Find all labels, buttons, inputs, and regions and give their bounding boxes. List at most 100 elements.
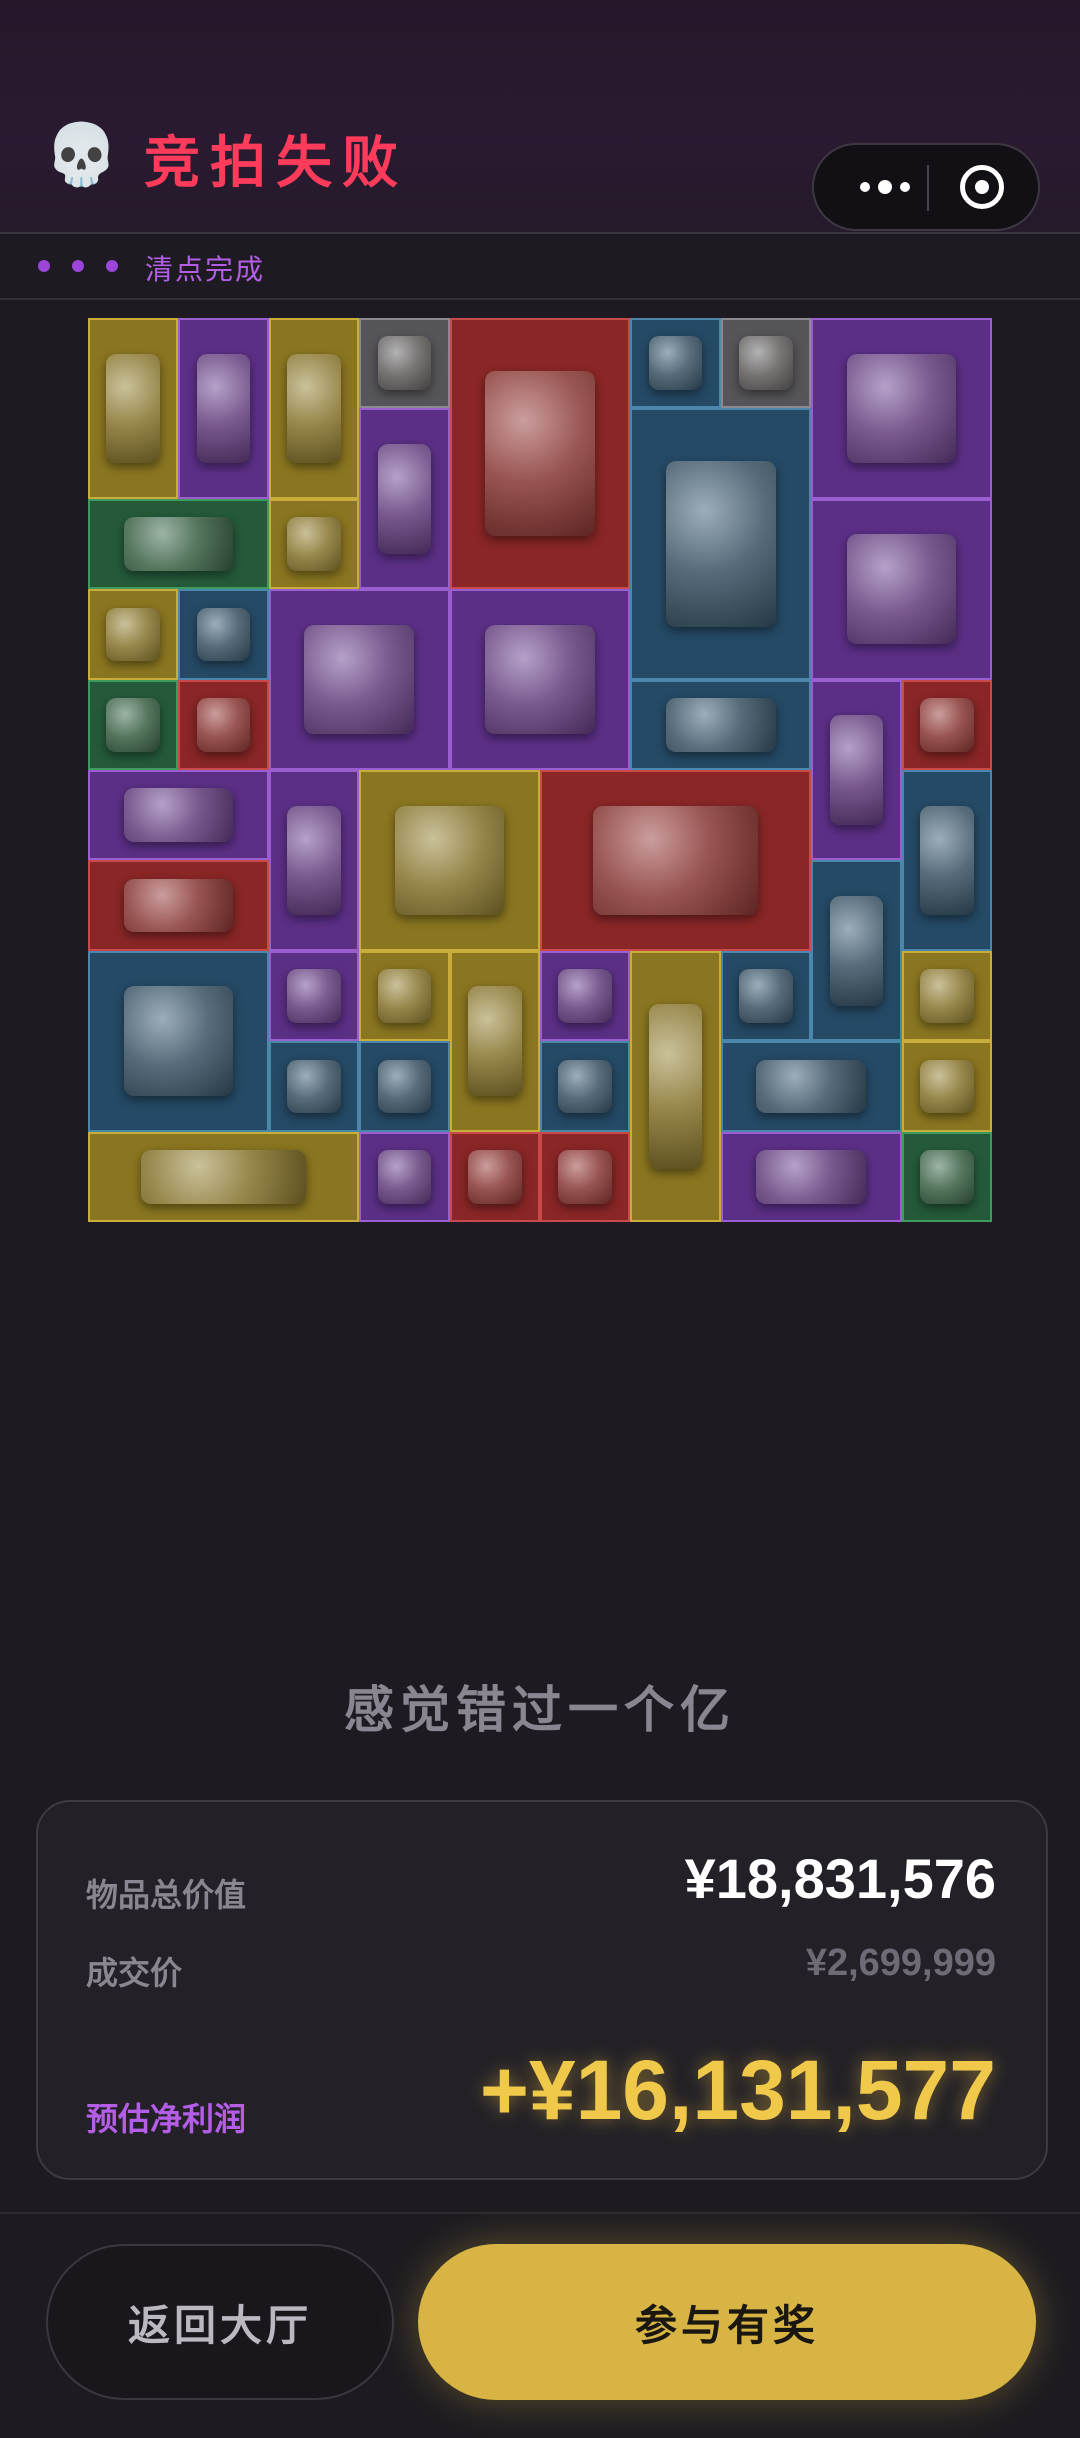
item-graphics-card-icon	[123, 878, 234, 933]
item-coffee-machine-icon	[287, 353, 341, 464]
item-cell	[720, 1041, 902, 1132]
item-cell	[720, 318, 812, 409]
item-centrifuge-icon	[846, 353, 957, 464]
item-leather-journal-icon	[468, 986, 522, 1096]
item-document-icon	[106, 353, 160, 464]
deal-price-label: 成交价	[86, 1954, 183, 1992]
item-cell	[449, 589, 631, 770]
item-trophy-icon	[106, 607, 160, 662]
item-cell	[540, 770, 812, 951]
item-power-adapter-icon	[196, 607, 251, 662]
item-cell	[811, 318, 992, 499]
item-old-letter-icon	[739, 336, 793, 390]
status-text: 清点完成	[145, 253, 266, 286]
item-metal-plate-icon	[558, 1059, 612, 1114]
item-playing-card-icon	[377, 336, 432, 390]
item-cell	[901, 679, 992, 770]
item-cell	[720, 950, 812, 1042]
item-golden-watch-icon	[920, 698, 974, 752]
item-cell	[359, 1041, 450, 1132]
item-cell	[88, 770, 269, 861]
item-cell	[268, 589, 450, 770]
item-gunpowder-icon	[920, 805, 974, 916]
item-cell	[178, 318, 269, 499]
item-diamond-icon	[558, 1150, 612, 1204]
item-gingerbread-icon	[287, 805, 341, 916]
net-profit-value: +¥16,131,577	[479, 2043, 996, 2137]
item-grid	[88, 318, 992, 1222]
item-tool-case-icon	[140, 1150, 307, 1204]
item-cell	[811, 860, 902, 1042]
item-battery-pack-icon	[739, 969, 793, 1023]
item-cell	[178, 589, 269, 680]
more-dots-icon[interactable]	[840, 145, 930, 229]
item-cell	[449, 950, 540, 1132]
item-cell	[88, 318, 179, 499]
item-cell	[811, 498, 992, 680]
item-cell	[630, 408, 812, 680]
item-cell	[811, 679, 902, 861]
item-centrifuge-icon	[485, 624, 595, 735]
item-cell	[88, 950, 269, 1132]
join-reward-button[interactable]: 参与有奖	[418, 2244, 1036, 2400]
item-cell	[901, 950, 992, 1042]
item-keyboard-icon	[123, 517, 234, 571]
item-flashlight-icon	[558, 969, 612, 1023]
item-ssd-package-icon	[756, 1150, 866, 1204]
item-pen-icon	[287, 969, 341, 1023]
item-golden-teapot-icon	[377, 443, 432, 554]
progress-dots-icon	[38, 260, 118, 272]
deal-price-value: ¥2,699,999	[805, 1942, 996, 1984]
item-cement-bag-icon	[665, 461, 776, 627]
item-cell	[359, 318, 450, 409]
item-cell	[359, 408, 450, 590]
item-supply-crate-icon	[394, 805, 505, 916]
item-circuit-chip-icon	[648, 336, 703, 390]
item-cell	[540, 950, 631, 1042]
item-ammo-box-icon	[829, 895, 884, 1006]
item-hard-drive-icon	[106, 698, 160, 752]
item-cell	[268, 950, 360, 1042]
item-circuit-board-icon	[920, 1150, 974, 1204]
item-cell	[630, 679, 812, 770]
item-incubator-icon	[304, 624, 414, 735]
item-cell	[88, 498, 269, 590]
item-oxygen-tank-icon	[648, 1003, 703, 1170]
item-golden-teapot-icon	[196, 353, 251, 464]
header-bar: 💀 竞拍失败	[0, 0, 1080, 234]
item-cell	[540, 1131, 631, 1222]
skull-icon: 💀	[44, 120, 119, 190]
item-cell	[88, 679, 179, 770]
item-cell	[359, 950, 450, 1042]
total-value: ¥18,831,576	[684, 1847, 996, 1910]
item-cell	[720, 1131, 902, 1222]
item-cell	[901, 1041, 992, 1132]
item-cell	[178, 679, 269, 770]
item-cell	[88, 860, 269, 951]
item-cell	[540, 1041, 631, 1132]
item-cell	[268, 770, 360, 951]
item-cell	[268, 498, 360, 590]
item-oximeter-icon	[377, 969, 432, 1023]
net-profit-label: 预估净利润	[86, 2100, 247, 2138]
item-cell	[88, 589, 179, 680]
item-caliper-icon	[287, 1059, 341, 1114]
item-medal-icon	[920, 969, 974, 1023]
item-cell	[359, 770, 540, 951]
mini-program-capsule	[812, 143, 1040, 231]
summary-card: 物品总价值 ¥18,831,576 成交价 ¥2,699,999 预估净利润 +…	[36, 1800, 1048, 2180]
item-radio-icon	[123, 788, 234, 842]
item-card-reader-icon	[196, 698, 251, 752]
return-lobby-button[interactable]: 返回大厅	[46, 2244, 394, 2400]
item-cell	[901, 1131, 992, 1222]
target-circle-icon[interactable]	[960, 165, 1004, 209]
item-cell	[268, 1041, 360, 1132]
item-gramophone-icon	[485, 370, 595, 537]
item-lighter-icon	[287, 517, 341, 571]
item-circular-saw-icon	[846, 534, 957, 644]
item-cell	[901, 770, 992, 951]
item-golden-watch-icon	[468, 1150, 522, 1204]
item-multimeter-icon	[920, 1059, 974, 1114]
item-cell	[630, 950, 721, 1222]
item-cell	[449, 1131, 540, 1222]
